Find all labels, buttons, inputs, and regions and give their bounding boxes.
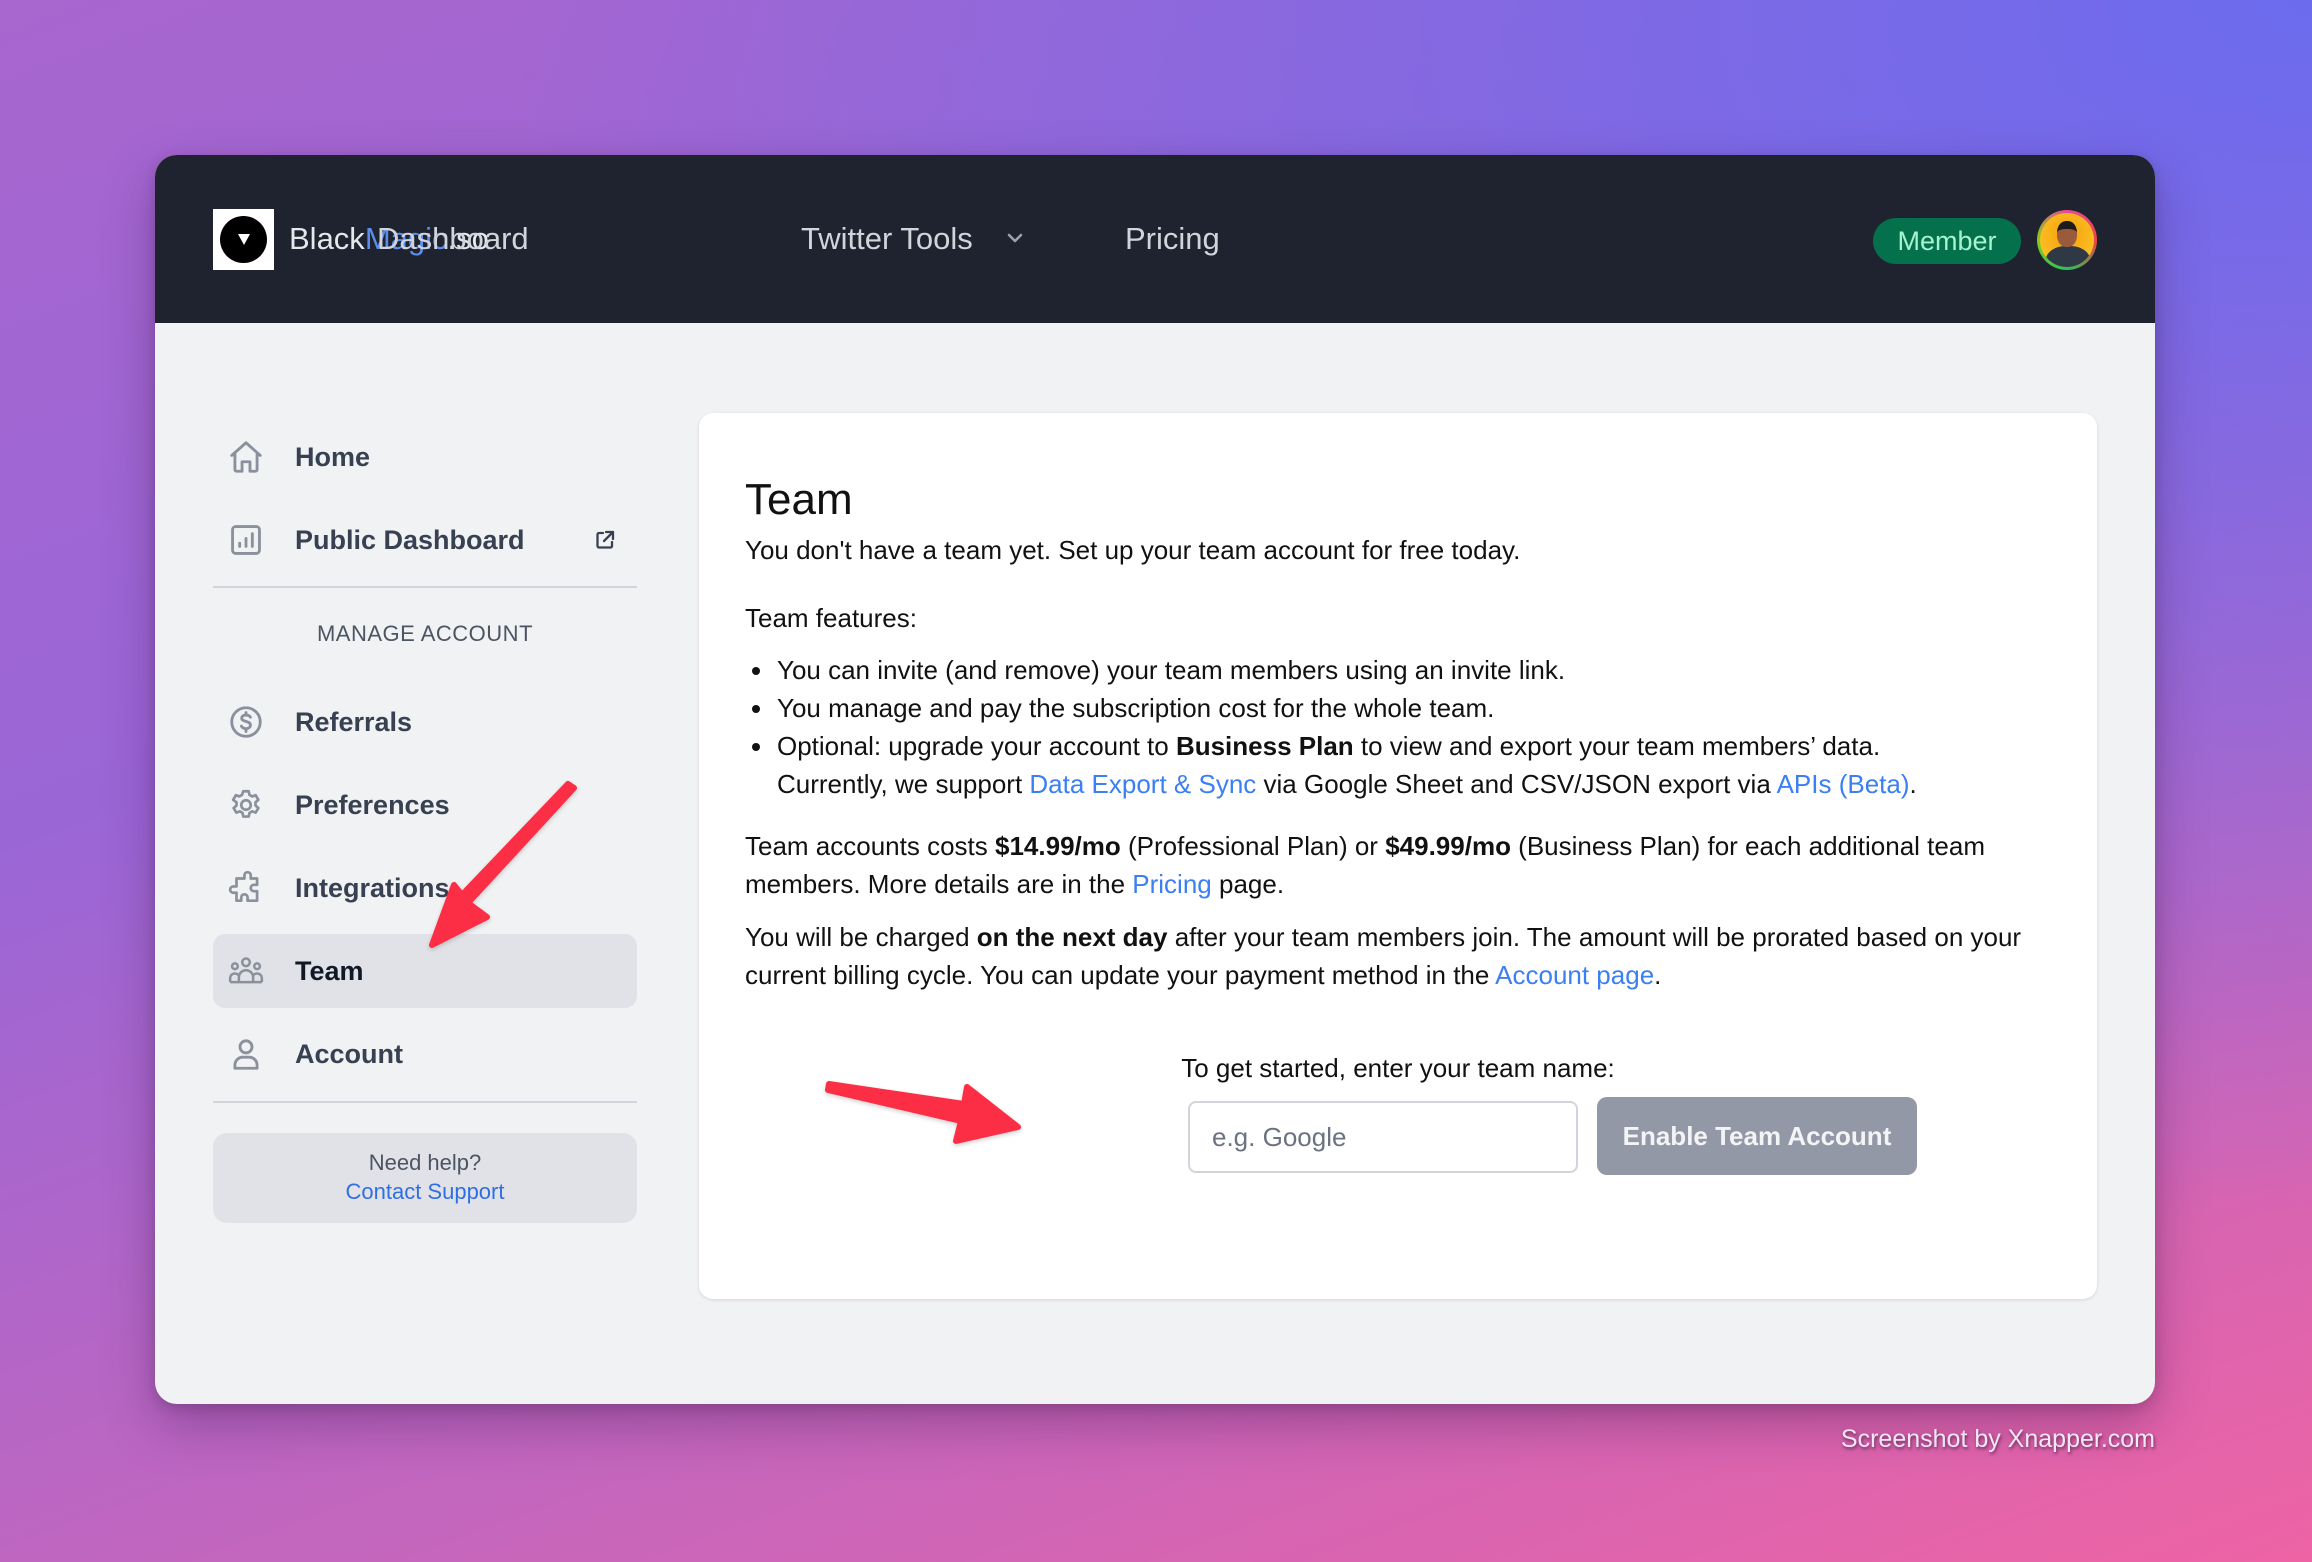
nav-dashboard[interactable]: Dashboard (377, 217, 529, 261)
chevron-down-icon[interactable] (1005, 228, 1025, 248)
sidebar-item-account[interactable]: Account (213, 1017, 637, 1091)
cta-label: To get started, enter your team name: (1181, 1053, 1615, 1083)
user-icon (233, 1039, 259, 1070)
nav-pricing[interactable]: Pricing (1125, 217, 1220, 261)
app-window: BlackMagic.so Dashboard Twitter Tools Pr… (155, 155, 2155, 1404)
sidebar-divider (213, 1101, 637, 1103)
nav-twitter-tools[interactable]: Twitter Tools (801, 217, 973, 261)
price-professional: $14.99/mo (995, 831, 1121, 861)
pricing-link[interactable]: Pricing (1132, 869, 1211, 899)
gear-icon (231, 789, 260, 818)
intro-text: You don't have a team yet. Set up your t… (745, 535, 1521, 565)
sidebar-item-preferences[interactable]: Preferences (213, 768, 637, 842)
brand-logo[interactable] (213, 209, 274, 270)
sidebar-item-label: Integrations (295, 872, 450, 903)
page-title: Team (745, 475, 853, 524)
enable-team-account-button[interactable]: Enable Team Account (1597, 1097, 1917, 1175)
dollar-icon (230, 706, 262, 738)
user-avatar[interactable] (2037, 210, 2097, 270)
apis-beta-link[interactable]: APIs (Beta) (1777, 769, 1910, 799)
features-title: Team features: (745, 603, 917, 633)
sidebar-item-team[interactable]: Team (213, 934, 637, 1008)
charge-text: You will be charged on the next day afte… (745, 922, 2022, 990)
feature-item: You can invite (and remove) your team me… (775, 651, 2065, 689)
puzzle-icon (228, 870, 259, 903)
section-label-manage-account: MANAGE ACCOUNT (316, 621, 534, 646)
top-navbar: BlackMagic.so Dashboard Twitter Tools Pr… (155, 155, 2155, 323)
member-badge: Member (1873, 218, 2021, 264)
contact-support-link[interactable]: Contact Support (213, 1177, 637, 1207)
feature-item: You manage and pay the subscription cost… (775, 689, 2065, 727)
home-icon (230, 441, 262, 473)
help-box: Need help? Contact Support (213, 1133, 637, 1223)
sidebar-item-label: Preferences (295, 789, 450, 820)
watermark: Screenshot by Xnapper.com (1840, 1425, 2155, 1453)
business-plan-bold: Business Plan (1175, 731, 1354, 761)
team-card-content: Team You don't have a team yet. Set up y… (745, 473, 2065, 994)
sidebar-item-label: Home (295, 441, 371, 472)
avatar-image (2040, 213, 2094, 267)
features-list: You can invite (and remove) your team me… (745, 651, 2065, 803)
feature-item: Optional: upgrade your account to Busine… (775, 727, 2065, 803)
sidebar-item-referrals[interactable]: Referrals (213, 685, 637, 759)
sidebar-item-label: Referrals (295, 706, 413, 737)
next-day-bold: on the next day (976, 922, 1168, 952)
team-card: Team You don't have a team yet. Set up y… (699, 413, 2097, 1299)
pricing-text: Team accounts costs $14.99/mo (Professio… (745, 831, 1985, 899)
sidebar-item-label: Team (295, 955, 364, 986)
chart-icon (231, 525, 261, 555)
price-business: $49.99/mo (1385, 831, 1511, 861)
sidebar-item-label: Public Dashboard (295, 524, 525, 555)
sidebar-item-label: Account (295, 1038, 403, 1069)
data-export-sync-link[interactable]: Data Export & Sync (1029, 769, 1256, 799)
account-page-link[interactable]: Account page (1495, 960, 1654, 990)
sidebar-item-home[interactable]: Home (213, 420, 637, 494)
team-name-input[interactable] (1188, 1101, 1578, 1173)
logo-icon (220, 216, 267, 263)
help-question: Need help? (368, 1150, 482, 1175)
sidebar-item-public-dashboard[interactable]: Public Dashboard (213, 503, 637, 577)
external-link-icon (596, 530, 615, 549)
users-icon (228, 957, 264, 984)
sidebar-divider (213, 586, 637, 588)
sidebar-item-integrations[interactable]: Integrations (213, 851, 637, 925)
brand-prefix: Black (289, 221, 365, 256)
